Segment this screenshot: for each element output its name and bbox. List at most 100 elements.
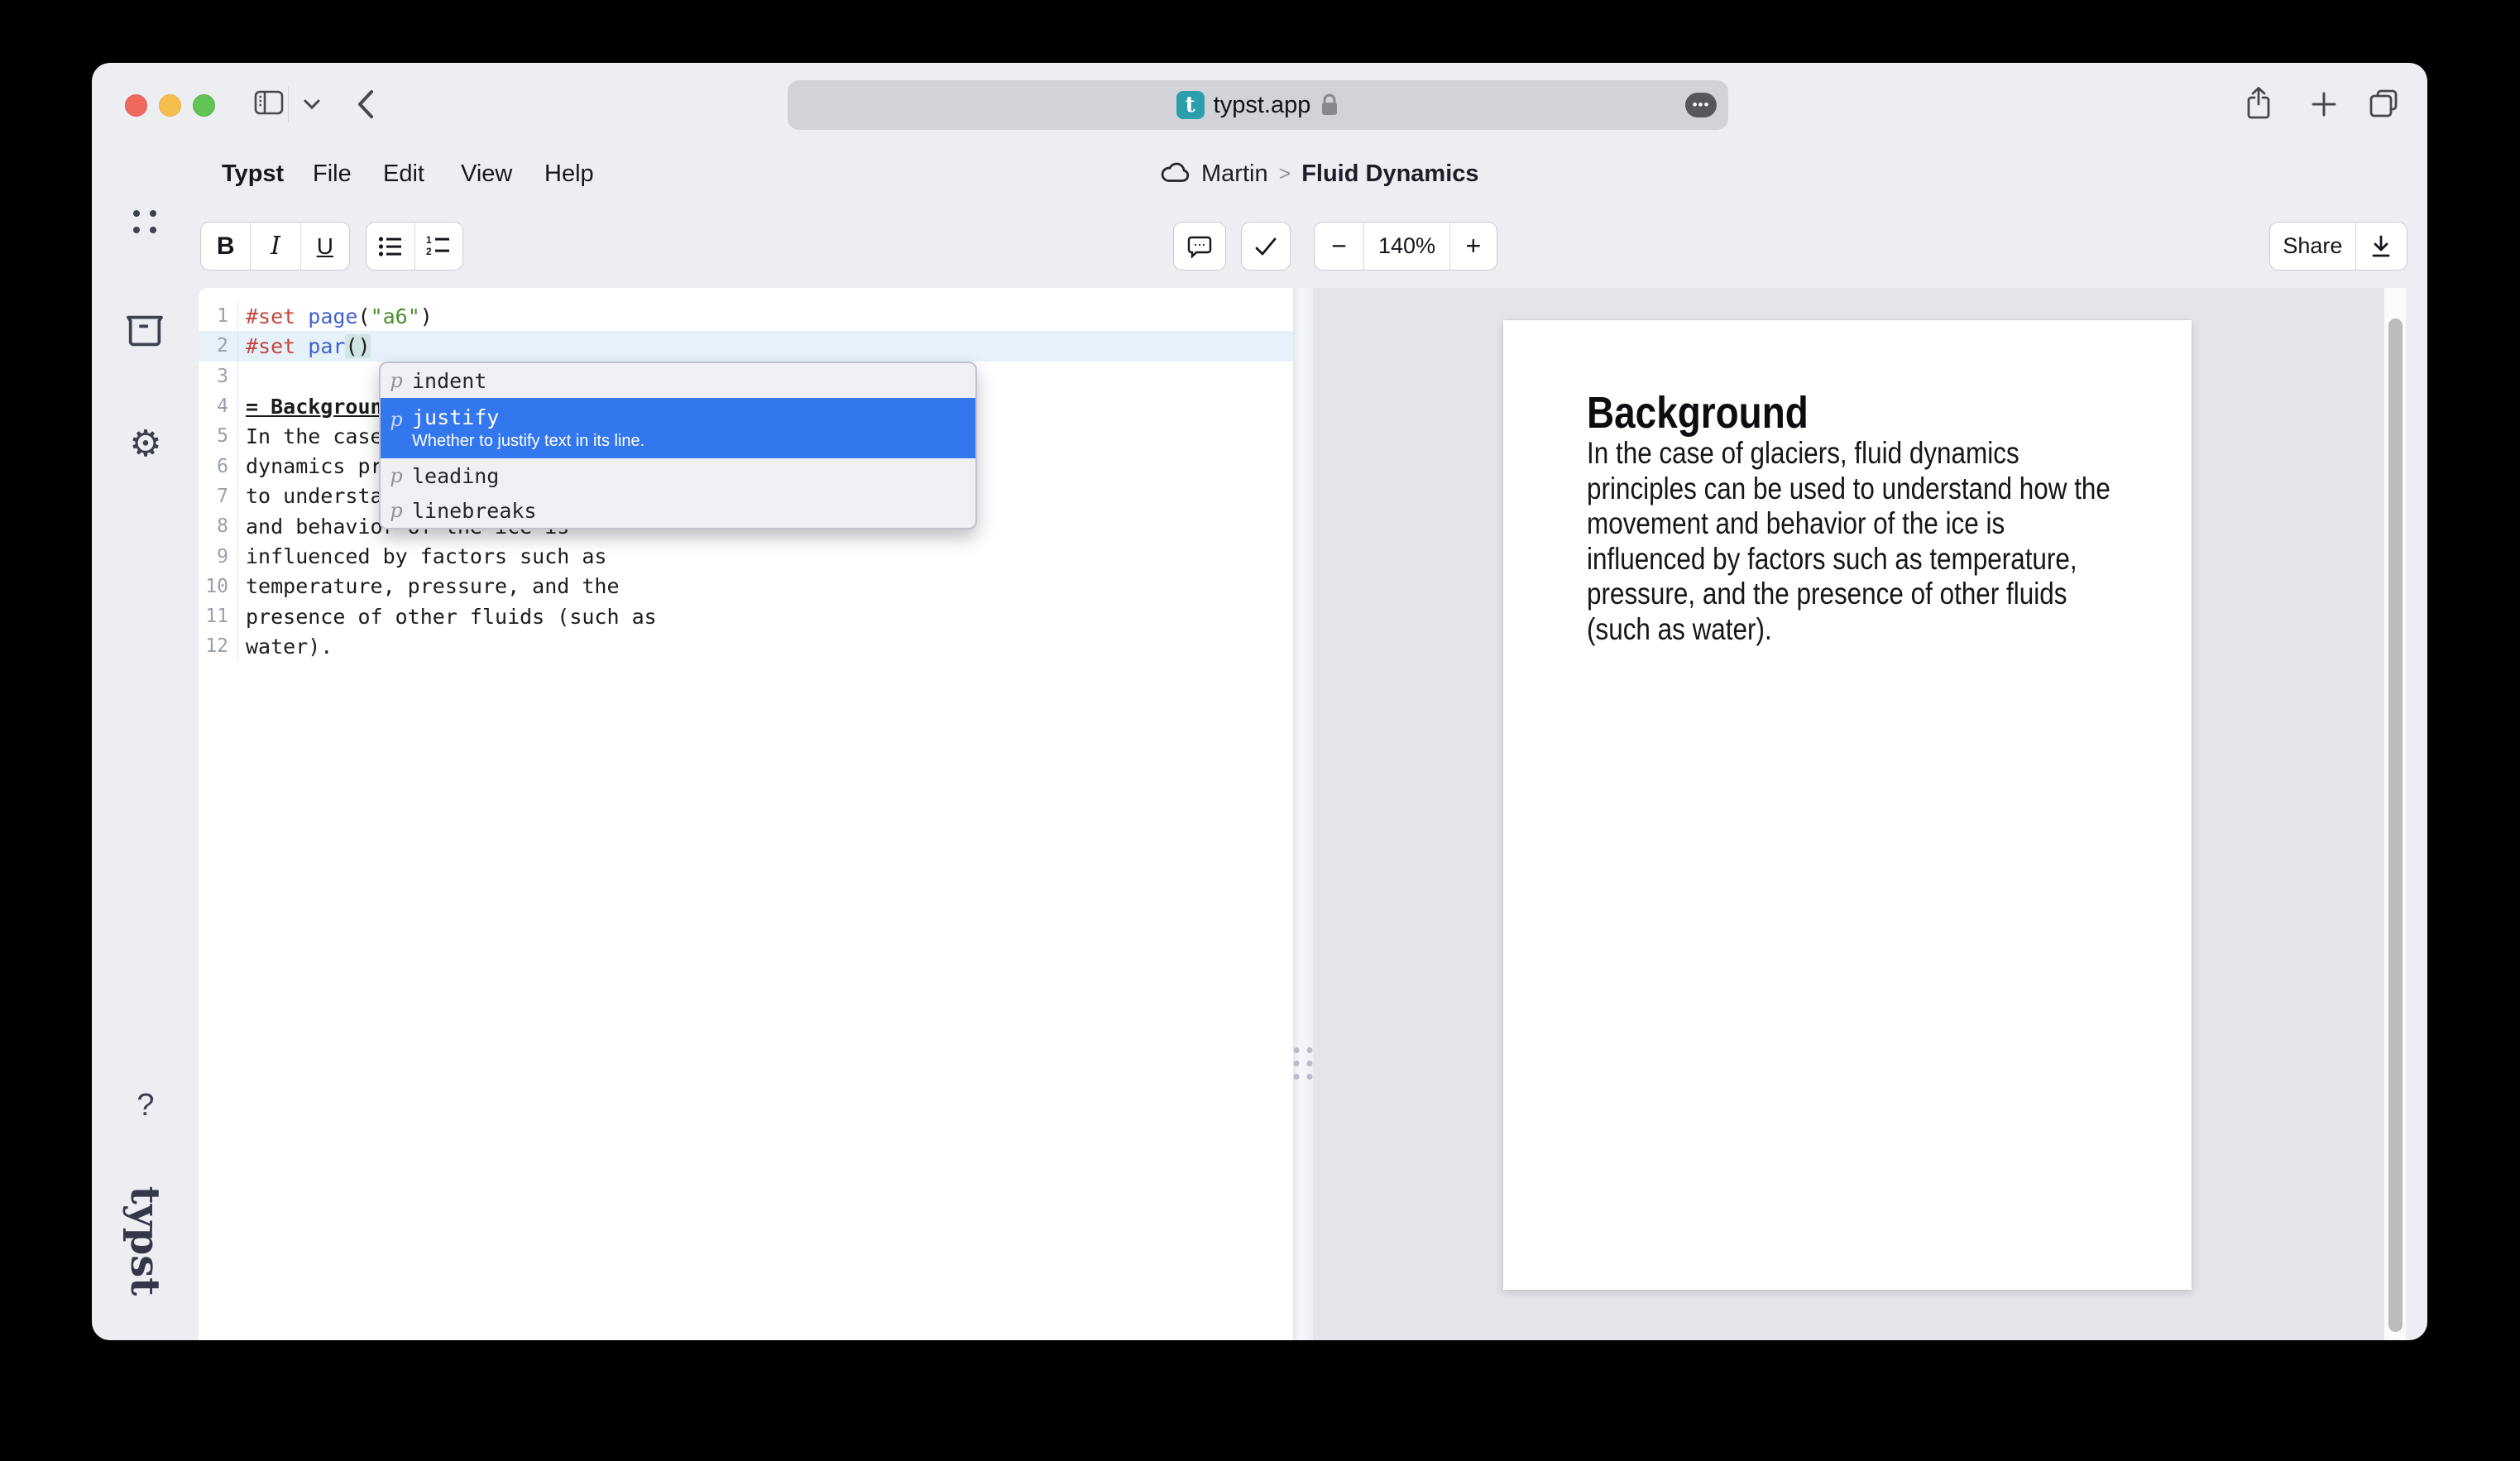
menu-typst[interactable]: Typst	[222, 141, 284, 207]
line-number: 12	[199, 631, 238, 661]
drag-handle-icon[interactable]	[1294, 1047, 1313, 1080]
chevron-down-icon[interactable]	[302, 98, 322, 111]
comment-button-group	[1173, 222, 1226, 271]
address-bar[interactable]: t typst.app •••	[788, 80, 1728, 130]
document-page: Background In the case of glaciers, flui…	[1503, 320, 2192, 1290]
site-favicon: t	[1176, 91, 1205, 119]
parameter-icon: p	[387, 405, 405, 431]
autocheck-button[interactable]	[1242, 223, 1290, 270]
breadcrumb-separator: >	[1279, 162, 1291, 186]
code-text: influenced by factors such as	[238, 544, 607, 568]
comment-icon	[1187, 235, 1212, 258]
autocomplete-label: leading	[412, 464, 499, 488]
line-number: 4	[199, 391, 238, 421]
autocomplete-item-justify[interactable]: p justify Whether to justify text in its l…	[381, 398, 975, 458]
svg-text:1: 1	[426, 235, 432, 246]
code-text: water).	[238, 635, 333, 659]
preview-scrollbar-track[interactable]	[2384, 288, 2406, 1340]
autocomplete-label: linebreaks	[412, 499, 537, 523]
share-button[interactable]: Share	[2270, 223, 2355, 270]
template-box-icon[interactable]	[125, 314, 165, 350]
underline-button[interactable]: U	[300, 223, 349, 270]
parameter-icon: p	[387, 499, 405, 522]
browser-window: t typst.app •••	[92, 63, 2427, 1340]
autocomplete-item-indent[interactable]: pindent	[381, 363, 975, 398]
window-zoom-button[interactable]	[193, 94, 215, 117]
breadcrumb-document-title[interactable]: Fluid Dynamics	[1301, 160, 1478, 188]
autocomplete-item-leading[interactable]: p leading	[381, 458, 975, 493]
settings-gear-icon[interactable]: ⚙	[127, 425, 165, 463]
list-group: 1 2	[366, 222, 463, 271]
code-text: #set par()	[238, 334, 371, 358]
code-text: #set page("a6")	[238, 304, 433, 328]
zoom-level-value[interactable]: 140%	[1363, 223, 1449, 270]
line-number: 8	[199, 511, 238, 541]
parameter-icon: p	[387, 369, 405, 392]
menu-view[interactable]: View	[461, 141, 512, 207]
bullet-list-button[interactable]	[367, 223, 414, 270]
preview-paragraph: In the case of glaciers, fluid dynamicsp…	[1587, 436, 2135, 647]
bullet-list-icon	[378, 236, 403, 257]
grid-dots-icon	[125, 202, 165, 242]
code-line-2[interactable]: 2#set par()	[199, 331, 1293, 361]
autocomplete-item-linebreaks[interactable]: p linebreaks	[381, 493, 975, 528]
url-text: typst.app	[1214, 92, 1311, 119]
toolbar-separator	[288, 86, 289, 122]
tab-overview-icon[interactable]	[2368, 88, 2399, 119]
new-tab-icon[interactable]	[2310, 90, 2338, 118]
code-line-10[interactable]: 10temperature, pressure, and the	[199, 572, 1293, 601]
preview-pane: Background In the case of glaciers, flui…	[1313, 288, 2384, 1340]
menu-help[interactable]: Help	[544, 141, 594, 207]
parameter-icon: p	[387, 464, 405, 487]
menu-file[interactable]: File	[313, 141, 352, 207]
comment-button[interactable]	[1174, 223, 1225, 270]
code-line-12[interactable]: 12water).	[199, 631, 1293, 661]
breadcrumb: Martin > Fluid Dynamics	[1159, 141, 1479, 207]
browser-share-icon[interactable]	[2245, 86, 2273, 121]
code-line-1[interactable]: 1#set page("a6")	[199, 301, 1293, 331]
pane-divider[interactable]	[1293, 288, 1313, 1340]
download-icon	[2369, 234, 2393, 259]
breadcrumb-workspace[interactable]: Martin	[1201, 160, 1268, 188]
code-text: presence of other fluids (such as	[238, 605, 657, 629]
back-button-icon[interactable]	[355, 89, 376, 120]
line-number: 10	[199, 572, 238, 601]
autocomplete-description: Whether to justify text in its line.	[412, 432, 644, 451]
italic-button[interactable]: I	[250, 223, 299, 270]
window-close-button[interactable]	[125, 94, 147, 117]
preview-scrollbar-thumb[interactable]	[2388, 319, 2403, 1332]
line-number: 3	[199, 362, 238, 391]
typst-logo: typst	[122, 1186, 168, 1296]
preview-heading: Background	[1587, 390, 2135, 436]
share-group: Share	[2269, 222, 2407, 271]
line-number: 2	[199, 331, 238, 361]
check-button-group	[1241, 222, 1291, 271]
sidebar-toggle-icon[interactable]	[254, 90, 284, 115]
window-minimize-button[interactable]	[159, 94, 181, 117]
code-text: temperature, pressure, and the	[238, 574, 620, 598]
autocomplete-label: justify	[412, 405, 644, 429]
bold-button[interactable]: B	[201, 223, 250, 270]
line-number: 11	[199, 601, 238, 631]
line-number: 7	[199, 481, 238, 511]
export-button[interactable]	[2355, 223, 2407, 270]
numbered-list-icon: 1 2	[426, 235, 451, 258]
menu-edit[interactable]: Edit	[383, 141, 424, 207]
line-number: 5	[199, 421, 238, 451]
cloud-icon	[1159, 162, 1191, 185]
check-icon	[1253, 236, 1278, 257]
lock-icon	[1320, 92, 1339, 118]
page-settings-button[interactable]: •••	[1685, 93, 1717, 117]
files-grid-icon[interactable]	[125, 202, 165, 242]
app-menubar: Typst File Edit View Help Martin > Fluid…	[92, 141, 2427, 207]
code-text: = Background	[238, 395, 395, 419]
zoom-in-button[interactable]: +	[1449, 223, 1497, 270]
help-icon[interactable]: ?	[130, 1088, 161, 1123]
zoom-out-button[interactable]: −	[1315, 223, 1363, 270]
line-number: 1	[199, 301, 238, 331]
code-line-9[interactable]: 9influenced by factors such as	[199, 541, 1293, 571]
text-style-group: B I U	[200, 222, 350, 271]
numbered-list-button[interactable]: 1 2	[414, 223, 462, 270]
line-number: 9	[199, 541, 238, 571]
code-line-11[interactable]: 11presence of other fluids (such as	[199, 601, 1293, 631]
